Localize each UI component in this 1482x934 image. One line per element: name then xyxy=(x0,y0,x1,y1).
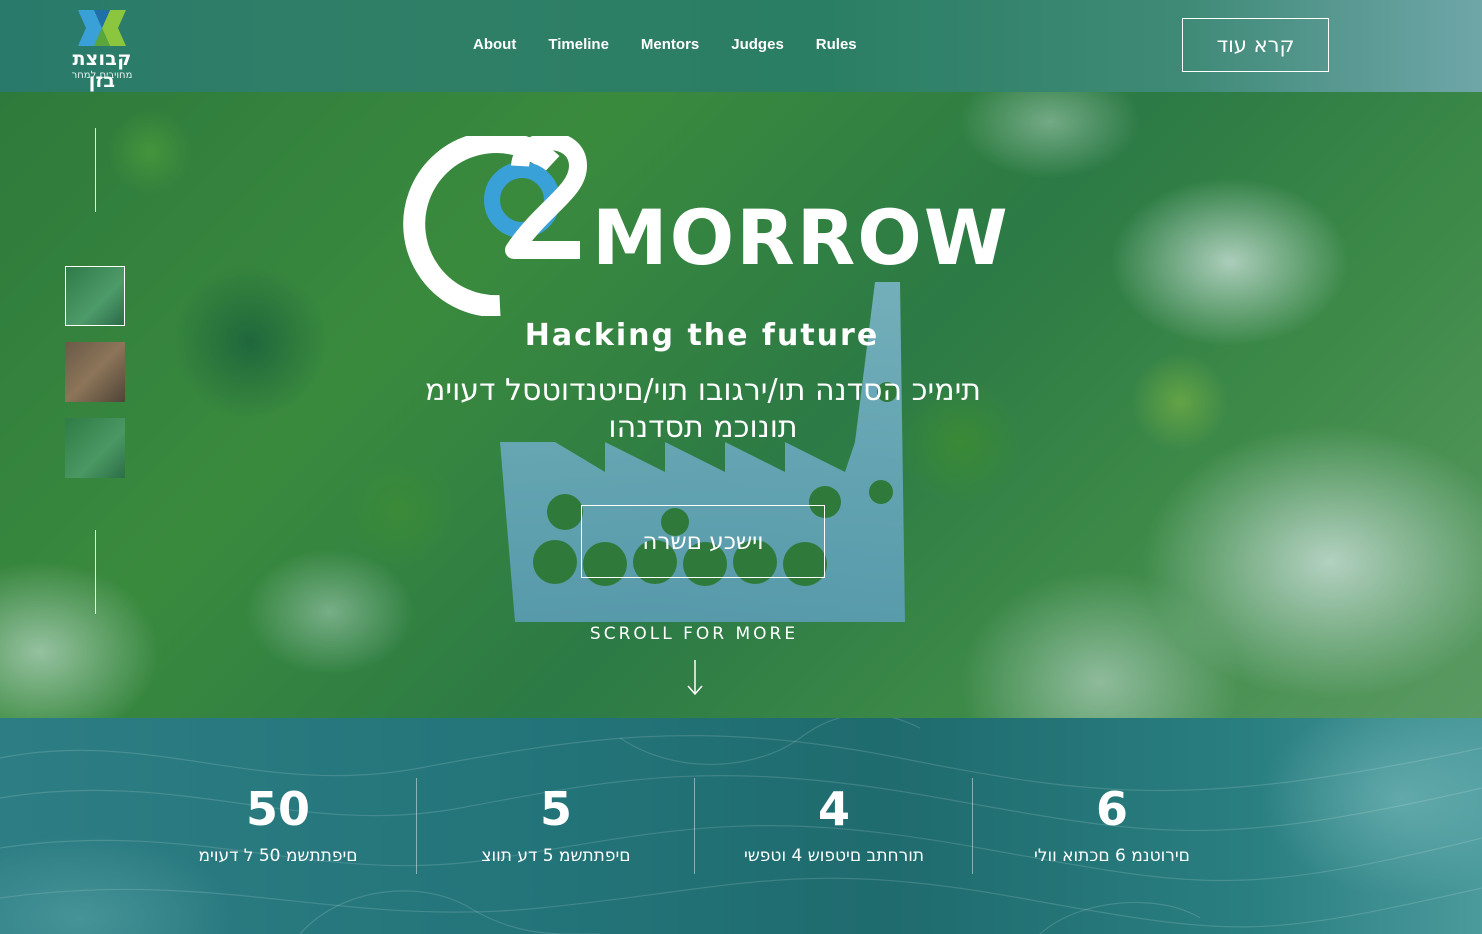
hero-tagline: Hacking the future xyxy=(524,318,880,353)
stats-section: 50 םיפתתשמ 50 ל דעוימ 5 םיפתתשמ 5 דע תוו… xyxy=(0,718,1482,934)
hero-subtitle: תימיכ הסדנה תו/ירגובו תוי/םיטנדוטסל דעוי… xyxy=(425,373,981,445)
nav-about[interactable]: About xyxy=(473,36,516,53)
stat-participants: 50 םיפתתשמ 50 ל דעוימ xyxy=(139,780,417,866)
logo-tagline: מחויבים למחר xyxy=(71,70,133,81)
stat-team-size: 5 םיפתתשמ 5 דע תווצ xyxy=(417,780,695,866)
hero-logo-text: MORROW xyxy=(592,193,1010,282)
main-nav: About Timeline Mentors Judges Rules xyxy=(473,36,889,53)
nav-rules[interactable]: Rules xyxy=(816,36,857,53)
bazan-logo-icon xyxy=(78,10,126,46)
site-header: קבוצת בזן מחויבים למחר About Timeline Me… xyxy=(0,0,1482,92)
bazan-logo[interactable]: קבוצת בזן מחויבים למחר xyxy=(56,10,148,92)
read-more-button[interactable]: קרא עוד xyxy=(1182,18,1329,72)
stat-mentors: 6 םירוטנמ 6 םכתוא וולי xyxy=(973,780,1251,866)
arrow-down-icon[interactable] xyxy=(686,660,704,696)
register-now-button[interactable]: וישכע םשרה xyxy=(581,505,825,578)
stat-label: םיפתתשמ 5 דע תווצ xyxy=(481,846,631,866)
nav-timeline[interactable]: Timeline xyxy=(548,36,609,53)
hero-section: MORROW Hacking the future תימיכ הסדנה תו… xyxy=(0,92,1482,718)
stat-judges: 4 תורחתב םיטפוש 4 וטפשי xyxy=(695,780,973,866)
stat-number: 4 xyxy=(817,782,850,836)
slide-thumbnail-3[interactable] xyxy=(65,418,125,478)
stat-number: 50 xyxy=(245,782,310,836)
stat-number: 5 xyxy=(539,782,572,836)
slider-line-top xyxy=(95,128,96,212)
stat-label: םיפתתשמ 50 ל דעוימ xyxy=(198,846,358,866)
slide-thumbnail-1[interactable] xyxy=(65,266,125,326)
stat-label: םירוטנמ 6 םכתוא וולי xyxy=(1034,846,1190,866)
nav-mentors[interactable]: Mentors xyxy=(641,36,699,53)
stat-number: 6 xyxy=(1095,782,1128,836)
scroll-for-more[interactable]: SCROLL FOR MORE xyxy=(0,624,1388,644)
slider-line-bottom xyxy=(95,530,96,614)
nav-judges[interactable]: Judges xyxy=(731,36,784,53)
stat-label: תורחתב םיטפוש 4 וטפשי xyxy=(743,846,925,866)
